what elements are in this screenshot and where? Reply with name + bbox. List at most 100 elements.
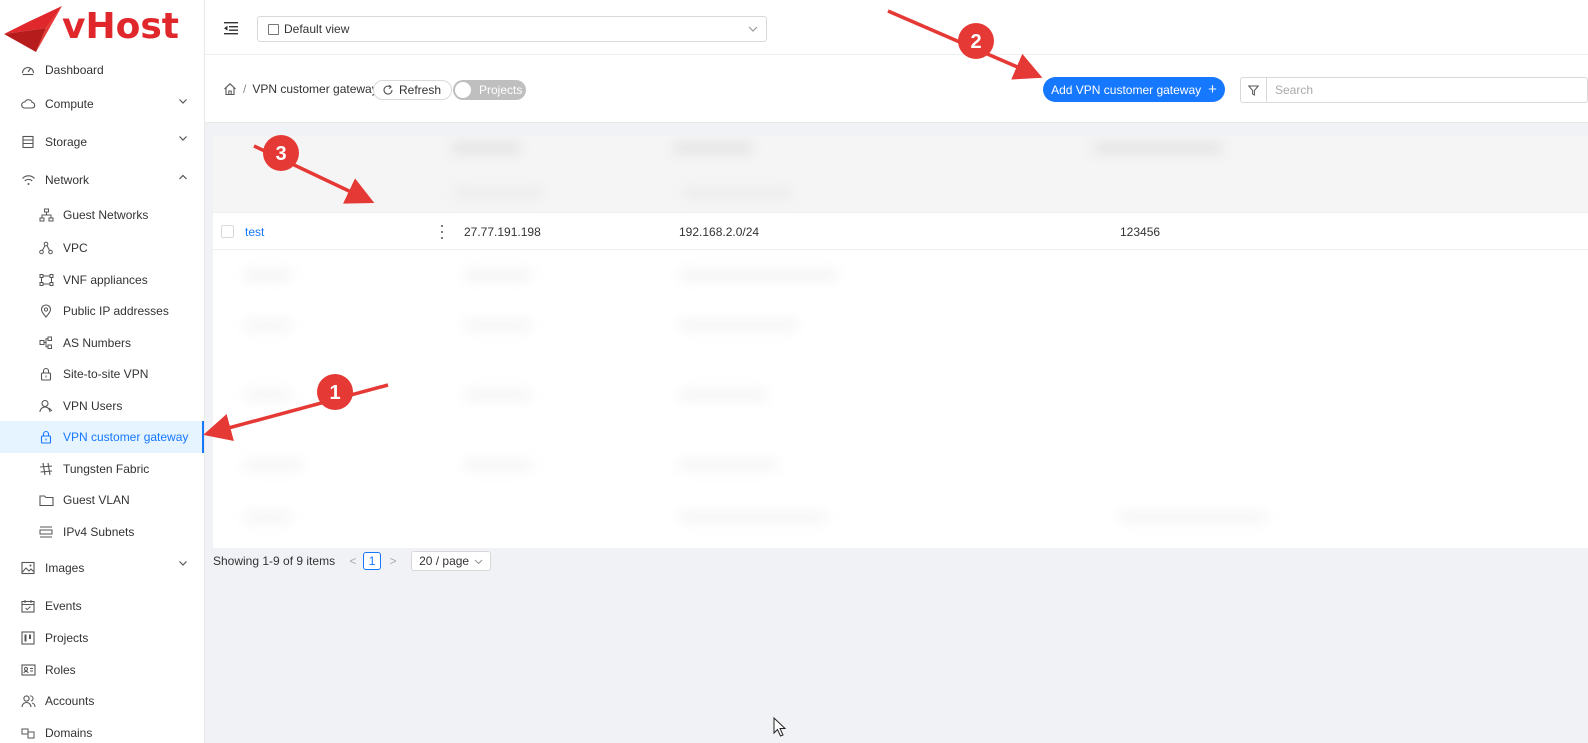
sidebar-item-public-ip-addresses[interactable]: Public IP addresses [0, 295, 204, 327]
sidebar-item-guest-networks[interactable]: Guest Networks [0, 198, 204, 232]
table-row[interactable]: test 27.77.191.198 192.168.2.0/24 123456 [213, 212, 1588, 250]
user-icon [38, 398, 54, 414]
row-cidr: 192.168.2.0/24 [679, 225, 760, 239]
breadcrumb-current: VPN customer gateway [252, 82, 378, 96]
wifi-icon [20, 172, 36, 188]
cloud-icon [20, 96, 36, 112]
image-icon [20, 560, 36, 576]
pagination: Showing 1-9 of 9 items < 1 > 20 / page [213, 551, 492, 571]
add-button-label: Add VPN customer gateway [1051, 82, 1202, 97]
page-header: / VPN customer gateway Refresh Projects … [205, 55, 1588, 123]
dashboard-icon [20, 62, 36, 78]
sidebar-nav: Dashboard Compute Storage Network Guest Netw… [0, 54, 204, 743]
prev-page-button[interactable]: < [347, 554, 359, 568]
sidebar-item-label: Guest VLAN [63, 493, 130, 507]
next-page-button[interactable]: > [387, 554, 399, 568]
sidebar-item-tungsten-fabric[interactable]: Tungsten Fabric [0, 453, 204, 484]
toggle-knob [455, 82, 471, 98]
page-1-button[interactable]: 1 [363, 552, 382, 570]
sidebar-item-accounts[interactable]: Accounts [0, 685, 204, 717]
calendar-icon [20, 598, 36, 614]
id-card-icon [20, 662, 36, 678]
lock-icon [38, 429, 54, 445]
projects-icon [20, 630, 36, 646]
sidebar-item-projects[interactable]: Projects [0, 622, 204, 654]
vnf-icon [38, 272, 54, 288]
chevron-up-icon [177, 171, 189, 183]
sidebar-item-label: IPv4 Subnets [63, 524, 135, 539]
refresh-button[interactable]: Refresh [373, 80, 453, 100]
lock-icon [38, 366, 54, 382]
sidebar-item-label: Tungsten Fabric [63, 461, 150, 476]
folder-icon [38, 492, 54, 508]
menu-collapse-icon[interactable] [223, 20, 239, 36]
sidebar-item-label: Roles [45, 662, 76, 677]
sidebar-item-vnf-appliances[interactable]: VNF appliances [0, 264, 204, 295]
sidebar-item-guest-vlan[interactable]: Guest VLAN [0, 484, 204, 516]
sidebar-item-as-numbers[interactable]: AS Numbers [0, 327, 204, 358]
refresh-label: Refresh [399, 83, 442, 97]
sidebar-item-compute[interactable]: Compute [0, 85, 204, 122]
sidebar-item-dashboard[interactable]: Dashboard [0, 54, 204, 85]
mouse-cursor-icon [773, 717, 787, 737]
sidebar-item-ipv4-subnets[interactable]: IPv4 Subnets [0, 516, 204, 547]
sidebar-item-label: VPN customer gateway [63, 430, 189, 444]
sidebar-item-label: Network [45, 172, 90, 187]
sidebar-item-site-to-site-vpn[interactable]: Site-to-site VPN [0, 358, 204, 390]
sidebar-item-label: VPC [63, 241, 88, 255]
domains-icon [20, 725, 36, 741]
sidebar-item-vpc[interactable]: VPC [0, 232, 204, 264]
refresh-icon [383, 84, 393, 95]
add-vpn-customer-gateway-button[interactable]: Add VPN customer gateway + [1043, 77, 1225, 102]
table: test 27.77.191.198 192.168.2.0/24 123456 [213, 136, 1588, 548]
sidebar-item-vpn-users[interactable]: VPN Users [0, 390, 204, 421]
subnets-icon [38, 524, 54, 540]
chevron-down-icon [177, 557, 189, 569]
sidebar-item-network[interactable]: Network [0, 161, 204, 198]
sidebar-item-label: Projects [45, 631, 89, 645]
sidebar-item-images[interactable]: Images [0, 547, 204, 589]
search-box [1240, 77, 1588, 103]
sidebar-item-label: Dashboard [45, 62, 104, 77]
layout-icon [268, 23, 279, 35]
page-size-select[interactable]: 20 / page [411, 551, 492, 571]
projects-toggle[interactable]: Projects [453, 80, 526, 100]
sidebar-item-domains[interactable]: Domains [0, 717, 204, 743]
chevron-down-icon [748, 26, 758, 32]
view-select[interactable]: Default view [257, 16, 767, 42]
sidebar-item-roles[interactable]: Roles [0, 654, 204, 685]
pagination-summary: Showing 1-9 of 9 items [213, 554, 336, 568]
sidebar: vHost Dashboard Compute Storage Network Gues… [0, 0, 205, 743]
sidebar-item-label: Accounts [45, 694, 95, 708]
page-size-value: 20 / page [419, 554, 470, 568]
table-header [213, 136, 1588, 212]
sidebar-item-events[interactable]: Events [0, 589, 204, 622]
sidebar-item-vpn-customer-gateway[interactable]: VPN customer gateway [0, 421, 204, 453]
tungsten-icon [38, 461, 54, 477]
more-actions-icon[interactable] [439, 225, 445, 239]
sidebar-item-label: Events [45, 598, 82, 613]
logo[interactable]: vHost [0, 0, 204, 55]
logo-text: vHost [62, 6, 179, 47]
sidebar-item-label: AS Numbers [63, 335, 132, 350]
breadcrumb-separator: / [243, 82, 247, 96]
filter-icon [1248, 85, 1259, 96]
logo-mark-icon [4, 6, 62, 52]
row-checkbox[interactable] [221, 225, 234, 238]
plus-icon: + [1208, 81, 1217, 98]
storage-icon [20, 134, 36, 150]
network-tree-icon [38, 207, 54, 223]
row-gateway: 27.77.191.198 [464, 225, 541, 239]
filter-button[interactable] [1241, 78, 1267, 102]
home-icon[interactable] [223, 82, 237, 96]
as-numbers-icon [38, 335, 54, 351]
sidebar-item-storage[interactable]: Storage [0, 122, 204, 161]
team-icon [20, 693, 36, 709]
sidebar-item-label: Storage [45, 134, 88, 149]
sidebar-item-label: VPN Users [63, 398, 123, 413]
chevron-down-icon [177, 132, 189, 144]
search-input[interactable] [1267, 78, 1587, 102]
chevron-down-icon [474, 559, 483, 564]
sidebar-item-label: Site-to-site VPN [63, 367, 149, 381]
row-name-link[interactable]: test [245, 225, 264, 239]
